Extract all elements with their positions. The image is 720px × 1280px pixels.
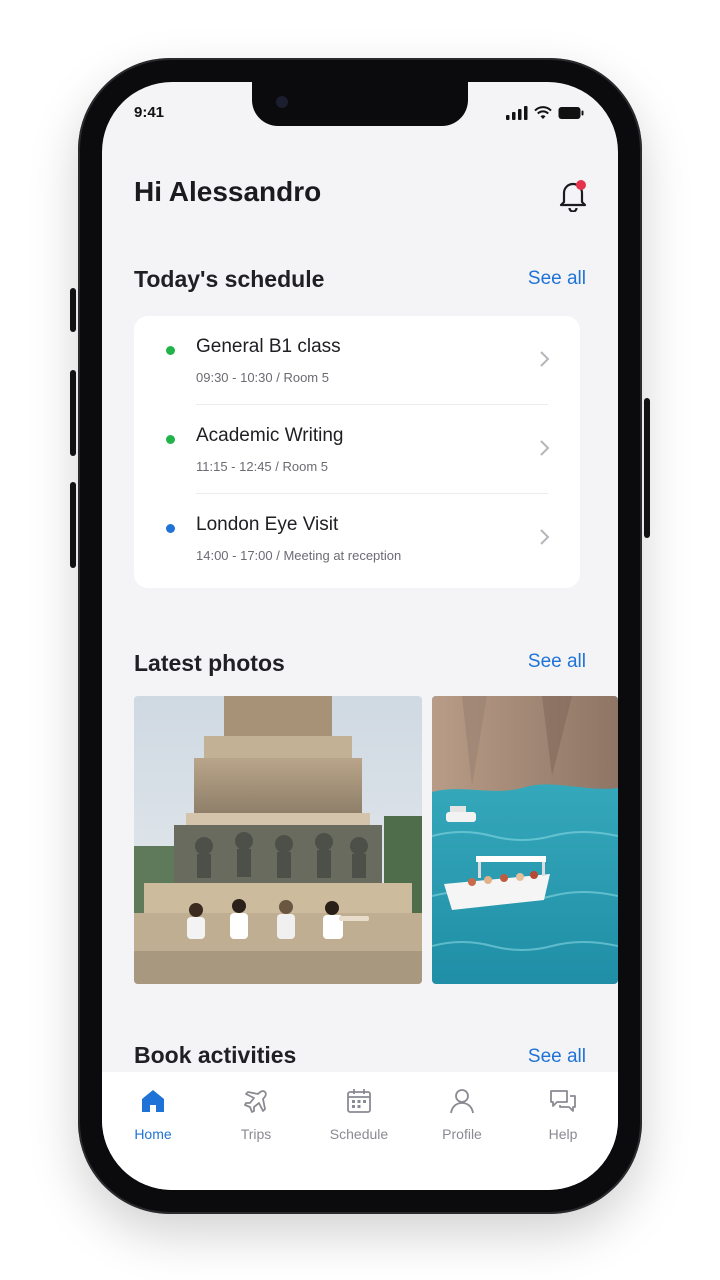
nav-label: Help [548,1126,578,1142]
nav-profile[interactable]: Profile [417,1086,507,1142]
volume-up-button [70,370,76,456]
photos-see-all-link[interactable]: See all [528,651,586,673]
schedule-item[interactable]: London Eye Visit 14:00 - 17:00 / Meeting… [134,494,580,583]
schedule-item-subtitle: 14:00 - 17:00 / Meeting at reception [196,548,402,563]
chevron-right-icon [540,440,550,456]
nav-trips[interactable]: Trips [211,1086,301,1142]
photos-section-title: Latest photos [134,650,285,676]
boat-photo [432,696,618,984]
nav-label: Profile [442,1126,482,1142]
front-camera [276,96,288,108]
mute-switch [70,288,76,332]
stage: 9:41 Hi Alessandro Today's schedule See … [0,0,720,1280]
nav-schedule[interactable]: Schedule [314,1086,404,1142]
plane-icon [244,1090,267,1113]
phone-frame: 9:41 Hi Alessandro Today's schedule See … [70,58,650,1214]
schedule-item-title: Academic Writing [196,425,344,446]
schedule-card: General B1 class 09:30 - 10:30 / Room 5 … [134,316,580,588]
schedule-item-title: General B1 class [196,336,341,357]
notch [252,82,468,126]
notification-badge [576,180,586,190]
phone-screen: 9:41 Hi Alessandro Today's schedule See … [102,82,618,1190]
nav-label: Schedule [329,1126,389,1142]
greeting-title: Hi Alessandro [134,176,322,207]
schedule-item-subtitle: 11:15 - 12:45 / Room 5 [196,459,329,474]
chevron-right-icon [540,529,550,545]
nav-label: Home [134,1126,172,1142]
status-icons [506,106,584,120]
battery-icon [558,107,584,119]
home-icon [142,1090,164,1112]
chat-icon [550,1090,576,1112]
schedule-status-dot [166,346,175,355]
nav-home[interactable]: Home [108,1086,198,1142]
activities-section-title: Book activities [134,1042,297,1068]
photo-boat-cove[interactable] [432,696,618,984]
schedule-status-dot [166,524,175,533]
notification-bell-icon[interactable] [558,178,588,212]
chevron-right-icon [540,351,550,367]
schedule-section-title: Today's schedule [134,266,325,292]
schedule-see-all-link[interactable]: See all [528,268,586,290]
schedule-item[interactable]: Academic Writing 11:15 - 12:45 / Room 5 [134,405,580,494]
nav-help[interactable]: Help [518,1086,608,1142]
monument-photo [134,696,422,984]
schedule-status-dot [166,435,175,444]
bottom-navigation: Home Trips Schedule Profile Help [102,1072,618,1190]
photo-monument-group[interactable] [134,696,422,984]
schedule-item[interactable]: General B1 class 09:30 - 10:30 / Room 5 [134,316,580,405]
activities-see-all-link[interactable]: See all [528,1046,586,1068]
schedule-item-title: London Eye Visit [196,514,339,535]
nav-label: Trips [240,1126,272,1142]
wifi-icon [534,106,552,119]
signal-icon [506,106,528,120]
user-icon [450,1089,474,1114]
calendar-icon [347,1089,371,1113]
power-button [644,398,650,538]
volume-down-button [70,482,76,568]
status-time: 9:41 [134,104,165,121]
schedule-item-subtitle: 09:30 - 10:30 / Room 5 [196,370,329,385]
